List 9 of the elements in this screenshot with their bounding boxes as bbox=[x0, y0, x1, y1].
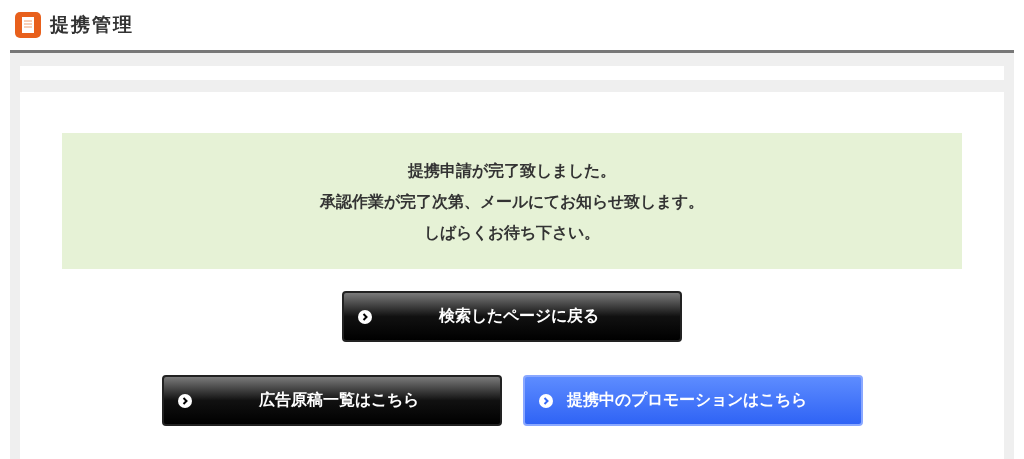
arrow-circle-icon bbox=[177, 393, 192, 408]
link-button[interactable]: 提携中のプロモーションはこちら bbox=[522, 375, 863, 426]
completion-message: 提携申請が完了致しました。 承認作業が完了次第、メールにてお知らせ致します。 しばらくお待ち下さい。 bbox=[320, 159, 704, 244]
link-button[interactable]: 検索したページに戻る bbox=[342, 291, 682, 342]
document-icon bbox=[14, 11, 42, 39]
page-title: 提携管理 bbox=[50, 12, 134, 37]
arrow-circle-icon bbox=[358, 309, 372, 324]
link-button[interactable]: 広告原稿一覧はこちら bbox=[161, 375, 502, 426]
arrow-circle-icon bbox=[538, 393, 553, 408]
